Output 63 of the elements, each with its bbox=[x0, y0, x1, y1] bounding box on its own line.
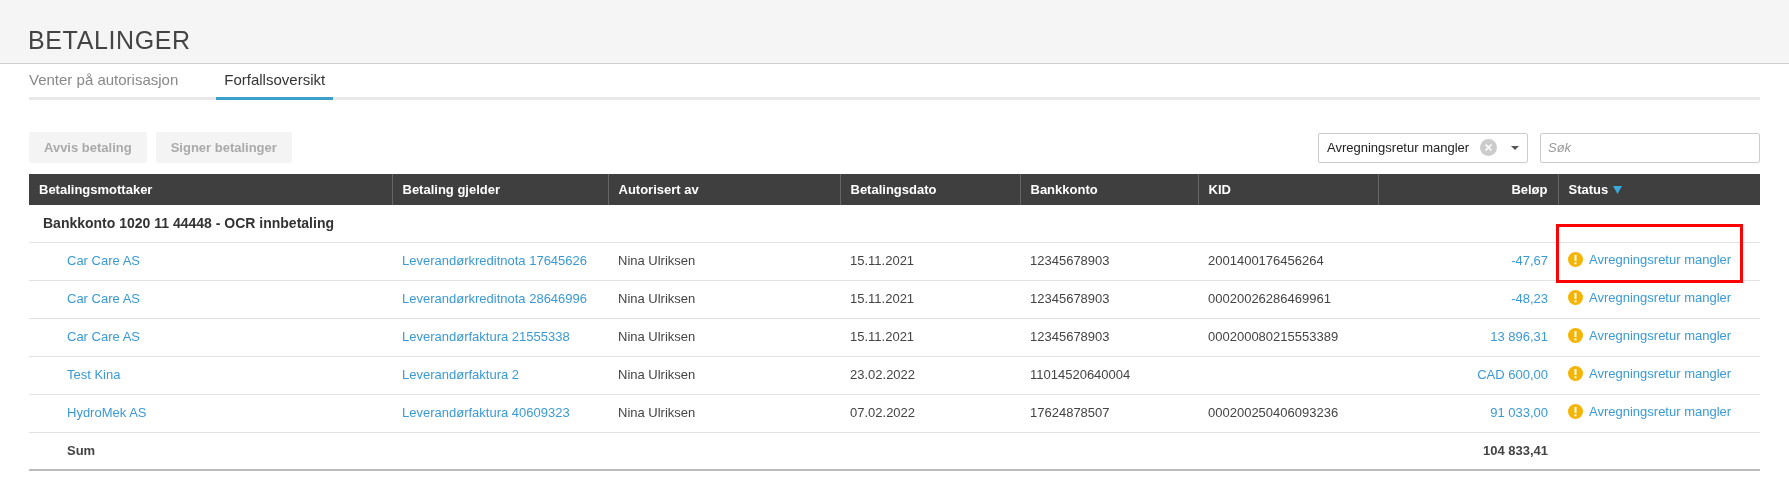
table-cell: 17624878507 bbox=[1030, 405, 1110, 421]
warning-icon bbox=[1568, 403, 1583, 419]
payment-link[interactable]: Leverandørkreditnota 17645626 bbox=[402, 253, 588, 269]
table-cell: Nina Ulriksen bbox=[618, 405, 696, 421]
table-cell: Nina Ulriksen bbox=[618, 253, 696, 269]
amount-link[interactable]: 91 033,00 bbox=[1490, 405, 1548, 421]
status-link[interactable]: Avregningsretur mangler bbox=[1589, 249, 1732, 270]
table-cell: Nina Ulriksen bbox=[618, 329, 696, 345]
table-cell: 12345678903 bbox=[1030, 253, 1110, 269]
amount-link[interactable]: 13 896,31 bbox=[1490, 329, 1548, 345]
payment-link[interactable]: Leverandørfaktura 21555338 bbox=[402, 329, 570, 345]
amount-link[interactable]: -47,67 bbox=[1511, 253, 1548, 269]
tab[interactable]: Forfallsoversikt bbox=[216, 68, 334, 100]
sort-down-icon[interactable] bbox=[1613, 185, 1623, 194]
payee-link[interactable]: Car Care AS bbox=[67, 329, 140, 345]
table-cell: 2001400176456264 bbox=[1208, 253, 1324, 269]
status-link[interactable]: Avregningsretur mangler bbox=[1589, 401, 1732, 422]
column-header[interactable]: KID bbox=[1198, 174, 1378, 205]
group-heading: Bankkonto 1020 11 44448 - OCR innbetaling bbox=[43, 214, 334, 231]
payee-link[interactable]: Test Kina bbox=[67, 367, 121, 383]
warning-icon bbox=[1568, 327, 1583, 343]
payee-link[interactable]: Car Care AS bbox=[67, 291, 140, 307]
table-cell: 000200080215553389 bbox=[1208, 329, 1339, 345]
table-cell: 11014520640004 bbox=[1030, 367, 1131, 383]
payment-link[interactable]: Leverandørfaktura 2 bbox=[402, 367, 520, 383]
table-cell: 07.02.2022 bbox=[850, 405, 916, 421]
tab[interactable]: Venter på autorisasjon bbox=[29, 68, 179, 97]
payment-link[interactable]: Leverandørkreditnota 28646996 bbox=[402, 291, 588, 307]
warning-icon bbox=[1568, 365, 1583, 381]
column-header[interactable]: Status bbox=[1558, 174, 1760, 205]
column-header[interactable]: Betalingsdato bbox=[840, 174, 1020, 205]
page-title: BETALINGER bbox=[28, 28, 191, 53]
table-cell: 12345678903 bbox=[1030, 329, 1110, 345]
status-link[interactable]: Avregningsretur mangler bbox=[1589, 363, 1732, 384]
table-cell: 000200250406093236 bbox=[1208, 405, 1339, 421]
payee-link[interactable]: Car Care AS bbox=[67, 253, 140, 269]
table-cell: 15.11.2021 bbox=[850, 253, 915, 269]
caret-icon bbox=[1511, 145, 1519, 150]
search-field[interactable]: Søk bbox=[1540, 132, 1760, 163]
table-cell: 15.11.2021 bbox=[850, 329, 915, 345]
status-link[interactable]: Avregningsretur mangler bbox=[1589, 287, 1732, 308]
amount-link[interactable]: -48,23 bbox=[1511, 291, 1548, 307]
column-header[interactable]: Betalingsmottaker bbox=[29, 174, 392, 205]
table-cell: 00020026286469961 bbox=[1208, 291, 1331, 307]
warning-icon bbox=[1568, 251, 1583, 267]
sum-label: Sum bbox=[67, 443, 96, 458]
status-filter-dropdown[interactable]: Avregningsretur mangler bbox=[1318, 132, 1528, 163]
table-cell: 15.11.2021 bbox=[850, 291, 915, 307]
amount-link[interactable]: CAD 600,00 bbox=[1477, 367, 1548, 383]
column-header[interactable]: Bankkonto bbox=[1020, 174, 1198, 205]
table-cell: Nina Ulriksen bbox=[618, 291, 696, 307]
filter-value: Avregningsretur mangler bbox=[1327, 138, 1471, 157]
column-header[interactable]: Beløp bbox=[1378, 174, 1558, 205]
table-cell: Nina Ulriksen bbox=[618, 367, 696, 383]
sum-amount: 104 833,41 bbox=[1482, 443, 1548, 458]
payment-link[interactable]: Leverandørfaktura 40609323 bbox=[402, 405, 570, 421]
warning-icon bbox=[1568, 289, 1583, 305]
table-cell: 12345678903 bbox=[1030, 291, 1110, 307]
payee-link[interactable]: HydroMek AS bbox=[67, 405, 147, 421]
column-header[interactable]: Autorisert av bbox=[608, 174, 840, 205]
table-cell: 23.02.2022 bbox=[850, 367, 916, 383]
status-link[interactable]: Avregningsretur mangler bbox=[1589, 325, 1732, 346]
column-header[interactable]: Betaling gjelder bbox=[392, 174, 608, 205]
